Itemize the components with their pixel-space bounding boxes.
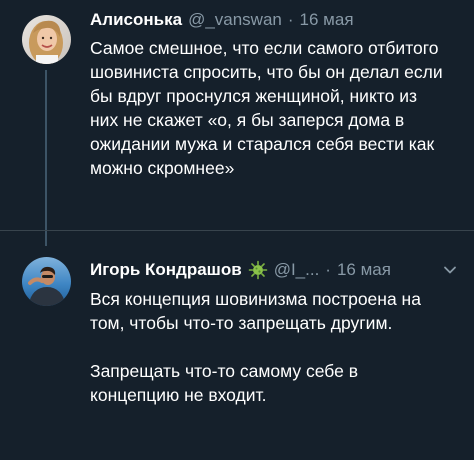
author-name[interactable]: Алисонька <box>90 10 182 30</box>
author-handle[interactable]: @I_... <box>274 260 320 280</box>
tweet-header: Игорь Кондрашов @I_... · 16 мая <box>90 258 460 282</box>
tweet-date[interactable]: 16 мая <box>337 260 391 280</box>
tweet-text: Вся концепция шовинизма построена на том… <box>90 289 421 405</box>
chevron-down-icon[interactable] <box>442 262 458 278</box>
avatar-photo-man <box>22 257 71 306</box>
thread-line <box>45 70 47 246</box>
avatar[interactable] <box>22 15 71 64</box>
avatar-photo-woman <box>22 15 71 64</box>
author-name[interactable]: Игорь Кондрашов <box>90 260 242 280</box>
separator: · <box>287 10 294 29</box>
tweet-date[interactable]: 16 мая <box>300 10 354 30</box>
author-handle[interactable]: @_vanswan <box>188 10 282 30</box>
virus-emoji-icon <box>248 260 268 280</box>
tweet[interactable]: Алисонька @_vanswan · 16 мая Самое смешн… <box>0 0 474 246</box>
tweet-header: Алисонька @_vanswan · 16 мая <box>90 8 460 32</box>
avatar[interactable] <box>22 257 71 306</box>
separator: · <box>325 260 331 279</box>
tweet-text: Самое смешное, что если самого отбитого … <box>90 38 443 178</box>
